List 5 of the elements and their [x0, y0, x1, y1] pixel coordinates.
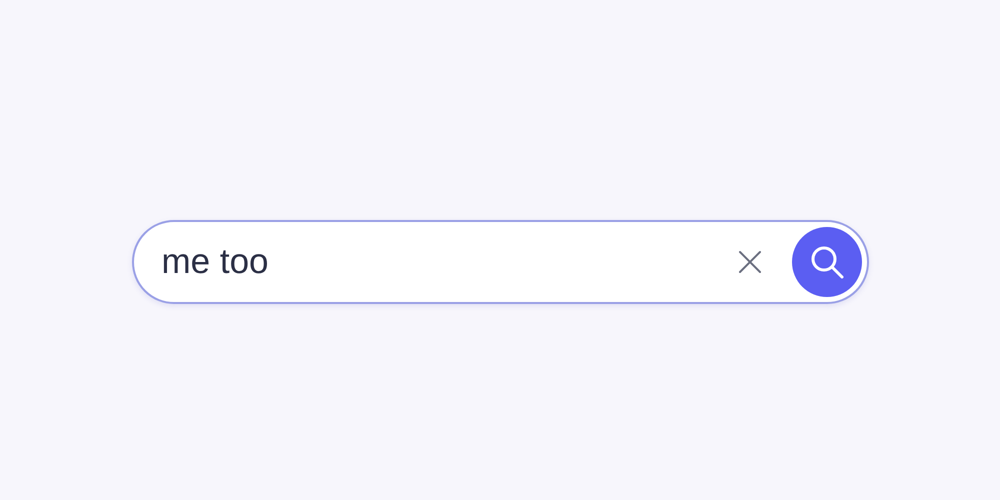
search-field[interactable]: me too: [162, 236, 738, 288]
search-icon: [808, 244, 844, 280]
search-bar[interactable]: me too: [132, 220, 868, 304]
close-icon[interactable]: [738, 250, 762, 274]
search-button[interactable]: [792, 227, 862, 297]
